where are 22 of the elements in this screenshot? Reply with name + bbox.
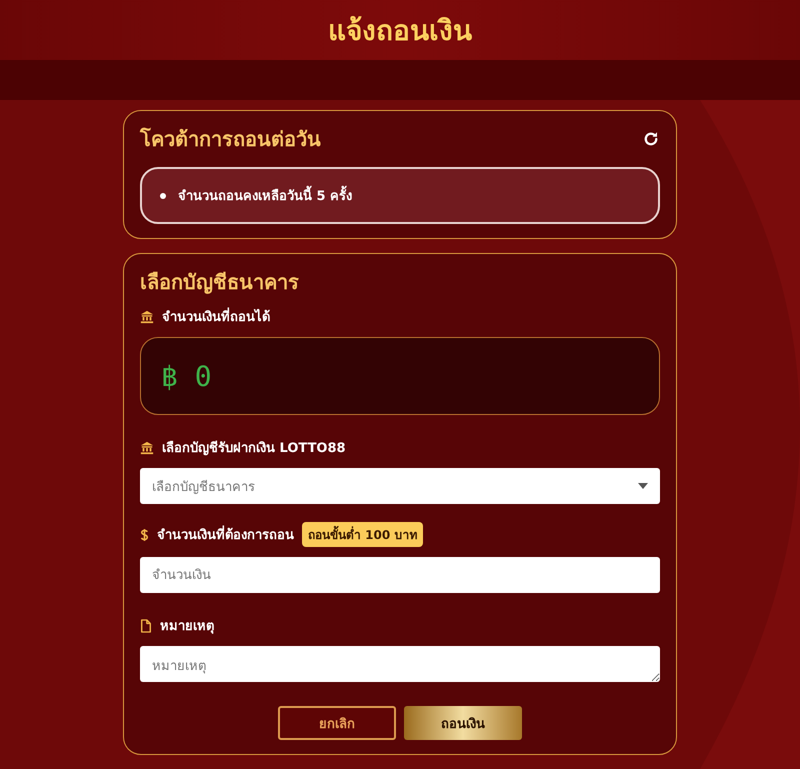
- field-label: หมายเหตุ: [160, 618, 214, 636]
- field-label: เลือกบัญชีรับฝากเงิน LOTTO88: [162, 440, 346, 458]
- quota-text: จำนวนถอนคงเหลือวันนี้ 5 ครั้ง: [178, 185, 352, 206]
- bullet-icon: [160, 192, 166, 198]
- dollar-icon: [140, 526, 149, 542]
- caret-icon: [638, 483, 648, 489]
- page-title: แจ้งถอนเงิน: [328, 13, 472, 49]
- withdraw-button[interactable]: ถอนเงิน: [404, 706, 522, 740]
- file-icon: [140, 618, 152, 632]
- field-label: จำนวนเงินที่ต้องการถอน: [157, 524, 294, 545]
- refresh-icon[interactable]: [642, 130, 660, 148]
- card-title: โควต้าการถอนต่อวัน: [140, 126, 321, 153]
- minimum-amount-badge: ถอนขั้นต่ำ 100 บาท: [302, 522, 424, 547]
- field-label: จำนวนเงินที่ถอนได้: [162, 306, 270, 327]
- bank-icon: [140, 440, 154, 454]
- balance-amount: ฿ 0: [161, 360, 212, 392]
- amount-input-field[interactable]: จำนวนเงิน: [140, 557, 660, 593]
- note-input-field[interactable]: หมายเหตุ: [140, 646, 660, 682]
- cancel-button[interactable]: ยกเลิก: [278, 706, 396, 740]
- card-title: เลือกบัญชีธนาคาร: [140, 269, 300, 296]
- bank-account-dropdown[interactable]: เลือกบัญชีธนาคาร: [140, 468, 660, 504]
- bank-icon: [140, 310, 154, 324]
